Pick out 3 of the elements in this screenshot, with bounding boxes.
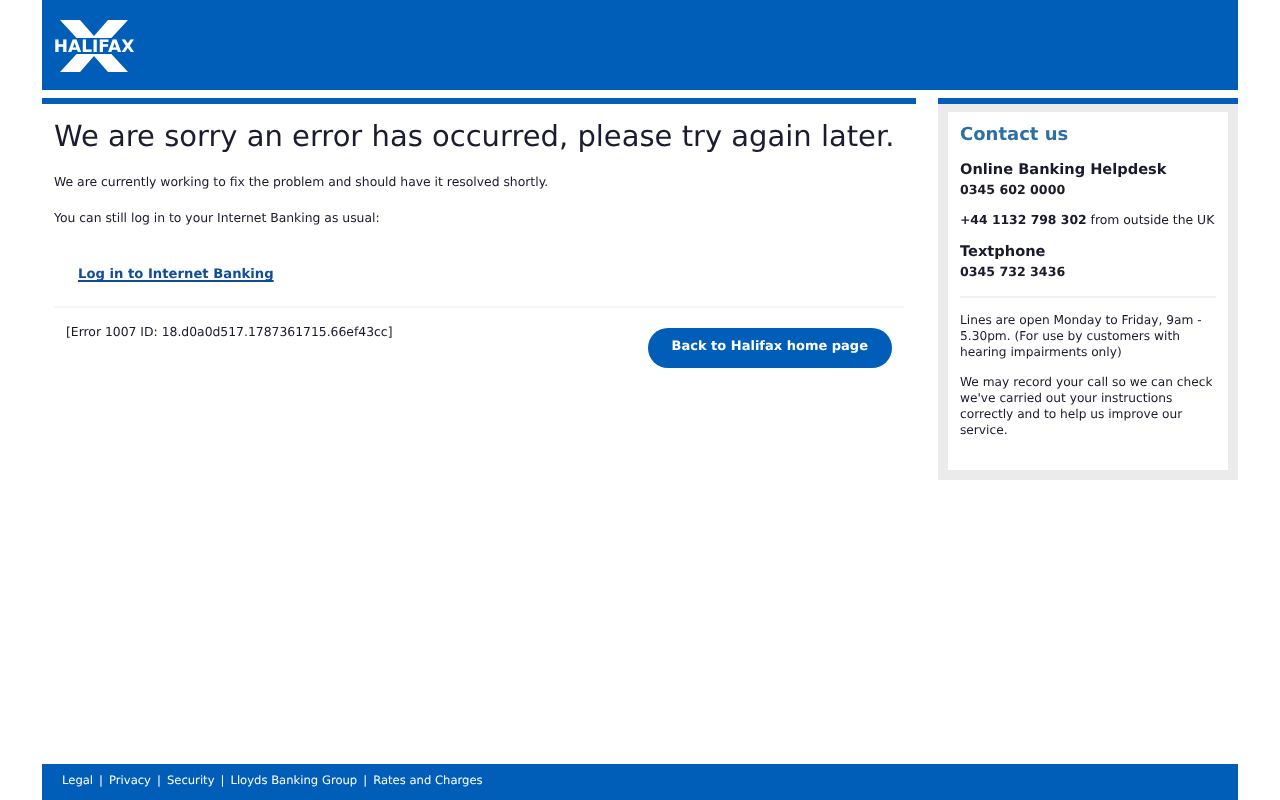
page-title: We are sorry an error has occurred, please try again later. <box>54 122 897 157</box>
logo-drawing[interactable]: HALIFAX <box>54 20 134 72</box>
contact-title: Contact us <box>960 126 1071 148</box>
